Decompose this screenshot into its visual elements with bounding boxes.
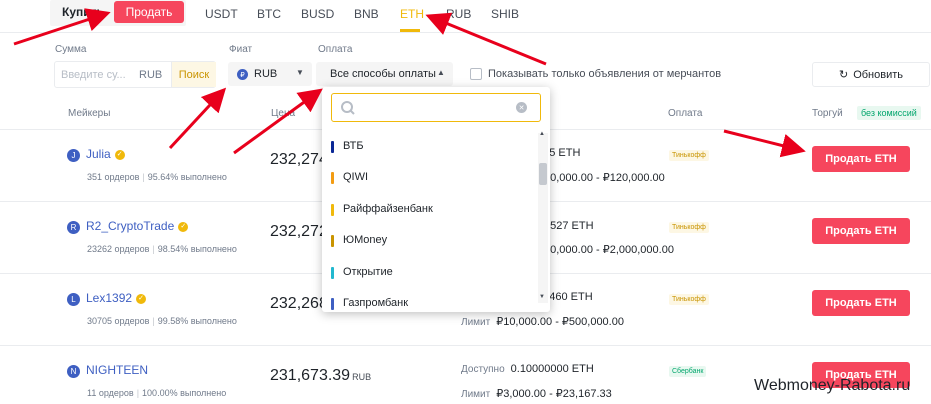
sell-eth-button[interactable]: Продать ETH	[812, 290, 910, 316]
p2p-page: { "top": { "buy": "Купить", "sell": "Про…	[0, 0, 931, 404]
no-fee-badge: без комиссий	[857, 106, 921, 120]
ruble-icon: ₽	[237, 69, 248, 80]
payment-option-label: ЮMoney	[343, 234, 388, 246]
amount-label: Сумма	[55, 44, 87, 55]
active-tab-indicator	[400, 29, 420, 32]
payment-option-gazprombank[interactable]: Газпромбанк	[322, 291, 536, 312]
avatar: N	[67, 365, 80, 378]
chevron-down-icon: ▼	[296, 68, 304, 77]
limit: Лимит ₽10,000.00 - ₽500,000.00	[461, 316, 624, 328]
color-bar	[331, 141, 334, 153]
fiat-label: Фиат	[229, 44, 253, 55]
payment-label: Оплата	[318, 44, 353, 55]
merchant-only-label[interactable]: Показывать только объявления от мерчанто…	[488, 68, 721, 80]
header-payment: Оплата	[668, 108, 703, 119]
crypto-tab-usdt[interactable]: USDT	[205, 7, 238, 21]
search-button[interactable]: Поиск	[171, 62, 216, 87]
crypto-tab-busd[interactable]: BUSD	[301, 7, 334, 21]
verified-icon: ✓	[136, 293, 147, 304]
fiat-value: RUB	[254, 68, 278, 80]
color-bar	[331, 172, 334, 184]
payment-badge: Сбербанк	[669, 366, 707, 377]
price: 232,272	[270, 223, 328, 240]
table-row: N NIGHTEEN 11 ордеров | 100.00% выполнено …	[0, 346, 931, 404]
chevron-up-icon: ▲	[437, 68, 445, 77]
crypto-tab-rub[interactable]: RUB	[446, 7, 471, 21]
color-bar	[331, 204, 334, 216]
sell-tab[interactable]: Продать	[114, 1, 184, 23]
top-bar: Купить Продать USDT BTC BUSD BNB ETH RUB…	[0, 0, 931, 33]
price: 231,673.39 RUB	[270, 367, 372, 384]
search-icon	[341, 101, 355, 115]
color-bar	[331, 267, 334, 279]
scrollbar-thumb[interactable]	[539, 163, 547, 185]
limit: Лимит ₽3,000.00 - ₽23,167.33	[461, 388, 612, 400]
available: Доступно 0.10000000 ETH	[461, 363, 594, 375]
payment-badge: Тинькофф	[669, 222, 709, 233]
avatar: J	[67, 149, 80, 162]
payment-option-label: Райффайзенбанк	[343, 203, 433, 215]
payment-option-yumoney[interactable]: ЮMoney	[322, 228, 536, 259]
fiat-select[interactable]: ₽ RUB ▼	[228, 62, 312, 86]
crypto-tab-btc[interactable]: BTC	[257, 7, 281, 21]
payment-select[interactable]: Все способы оплаты ▲	[316, 62, 453, 86]
payment-option-label: QIWI	[343, 171, 369, 183]
payment-badge: Тинькофф	[669, 150, 709, 161]
merchant-name[interactable]: Lex1392 ✓	[86, 291, 147, 305]
amount-field[interactable]: Введите су... RUB Поиск	[54, 61, 216, 88]
merchant-only-checkbox[interactable]	[470, 68, 482, 80]
amount-input[interactable]: Введите су...	[61, 69, 126, 81]
crypto-tab-shib[interactable]: SHIB	[491, 7, 519, 21]
refresh-label: Обновить	[853, 68, 904, 81]
crypto-tab-eth[interactable]: ETH	[400, 7, 424, 21]
payment-search-input[interactable]: ✕	[331, 93, 541, 122]
payment-option-vtb[interactable]: ВТБ	[322, 134, 536, 165]
merchant-stats: 11 ордеров | 100.00% выполнено	[87, 388, 227, 398]
merchant-stats: 30705 ордеров | 99.58% выполнено	[87, 316, 237, 326]
sell-eth-button[interactable]: Продать ETH	[812, 218, 910, 244]
merchant-stats: 351 ордеров | 95.64% выполнено	[87, 172, 227, 182]
payment-option-label: Открытие	[343, 266, 393, 278]
payment-dropdown: ✕ ВТБ QIWI Райффайзенбанк ЮMoney Открыти…	[322, 87, 550, 312]
price: 232,268	[270, 295, 328, 312]
limit: ₽30,000.00 - ₽120,000.00	[537, 172, 665, 184]
amount-currency: RUB	[139, 69, 163, 81]
payment-option-otkritie[interactable]: Открытие	[322, 260, 536, 291]
watermark: Webmoney-Rabota.ru	[754, 377, 911, 394]
header-makers: Мейкеры	[68, 108, 111, 119]
scroll-up-icon[interactable]: ▲	[539, 131, 545, 137]
scroll-down-icon[interactable]: ▼	[539, 294, 545, 300]
merchant-stats: 23262 ордеров | 98.54% выполнено	[87, 244, 237, 254]
header-trade: Торгуй	[812, 108, 843, 119]
payment-option-raiffeisen[interactable]: Райффайзенбанк	[322, 197, 536, 228]
merchant-name[interactable]: R2_CryptoTrade ✓	[86, 219, 189, 233]
refresh-icon: ↻	[838, 69, 849, 81]
limit: ₽10,000.00 - ₽2,000,000.00	[537, 244, 674, 256]
merchant-name[interactable]: Julia ✓	[86, 147, 125, 161]
payment-option-qiwi[interactable]: QIWI	[322, 165, 536, 196]
crypto-tab-bnb[interactable]: BNB	[354, 7, 379, 21]
refresh-button[interactable]: ↻ Обновить	[812, 62, 930, 87]
buy-tab[interactable]: Купить	[62, 5, 104, 19]
clear-icon[interactable]: ✕	[516, 102, 527, 113]
price: 232,274	[270, 151, 328, 168]
color-bar	[331, 235, 334, 247]
sell-eth-button[interactable]: Продать ETH	[812, 146, 910, 172]
verified-icon: ✓	[178, 221, 189, 232]
payment-value: Все способы оплаты	[330, 68, 436, 80]
payment-option-label: Газпромбанк	[343, 297, 409, 309]
merchant-name[interactable]: NIGHTEEN	[86, 363, 148, 377]
verified-icon: ✓	[114, 149, 125, 160]
scrollbar-track[interactable]	[538, 133, 548, 303]
avatar: L	[67, 293, 80, 306]
color-bar	[331, 298, 334, 310]
header-price: Цена	[271, 108, 296, 119]
avatar: R	[67, 221, 80, 234]
payment-badge: Тинькофф	[669, 294, 709, 305]
payment-option-label: ВТБ	[343, 140, 364, 152]
